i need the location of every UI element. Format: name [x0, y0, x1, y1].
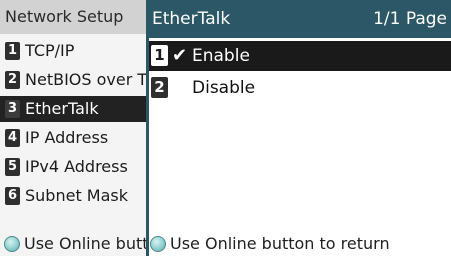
option-number-badge: 2	[151, 76, 168, 98]
menu-item-label: EtherTalk	[25, 99, 99, 118]
dialog-footer-hint: Use Online button to return	[149, 232, 451, 256]
menu-item-label: TCP/IP	[25, 41, 75, 60]
item-number-badge: 2	[5, 70, 20, 89]
menu-item-label: IPv4 Address	[25, 157, 128, 176]
dialog-header: EtherTalk 1/1 Page	[149, 0, 451, 38]
item-number-badge: 5	[5, 157, 20, 176]
item-number-badge: 3	[5, 99, 20, 118]
check-icon: ✔	[172, 45, 188, 66]
item-number-badge: 6	[5, 186, 20, 205]
ethertalk-dialog: EtherTalk 1/1 Page 1 ✔ Enable 2 Disable Use…	[146, 0, 451, 256]
option-label: Disable	[192, 78, 256, 98]
option-label: Enable	[192, 46, 250, 66]
option-enable[interactable]: 1 ✔ Enable	[149, 41, 451, 71]
online-button-icon	[4, 235, 20, 252]
menu-item-label: IP Address	[25, 128, 109, 147]
menu-item-label: Subnet Mask	[25, 186, 129, 205]
option-list: 1 ✔ Enable 2 Disable	[149, 41, 451, 105]
page-indicator: 1/1 Page	[373, 9, 447, 29]
online-button-icon	[150, 235, 166, 252]
item-number-badge: 1	[5, 41, 20, 60]
option-number-badge: 1	[151, 44, 168, 66]
footer-hint-text: Use Online button to return	[170, 234, 390, 253]
item-number-badge: 4	[5, 128, 20, 147]
option-disable[interactable]: 2 Disable	[149, 73, 451, 103]
dialog-title: EtherTalk	[152, 9, 231, 29]
